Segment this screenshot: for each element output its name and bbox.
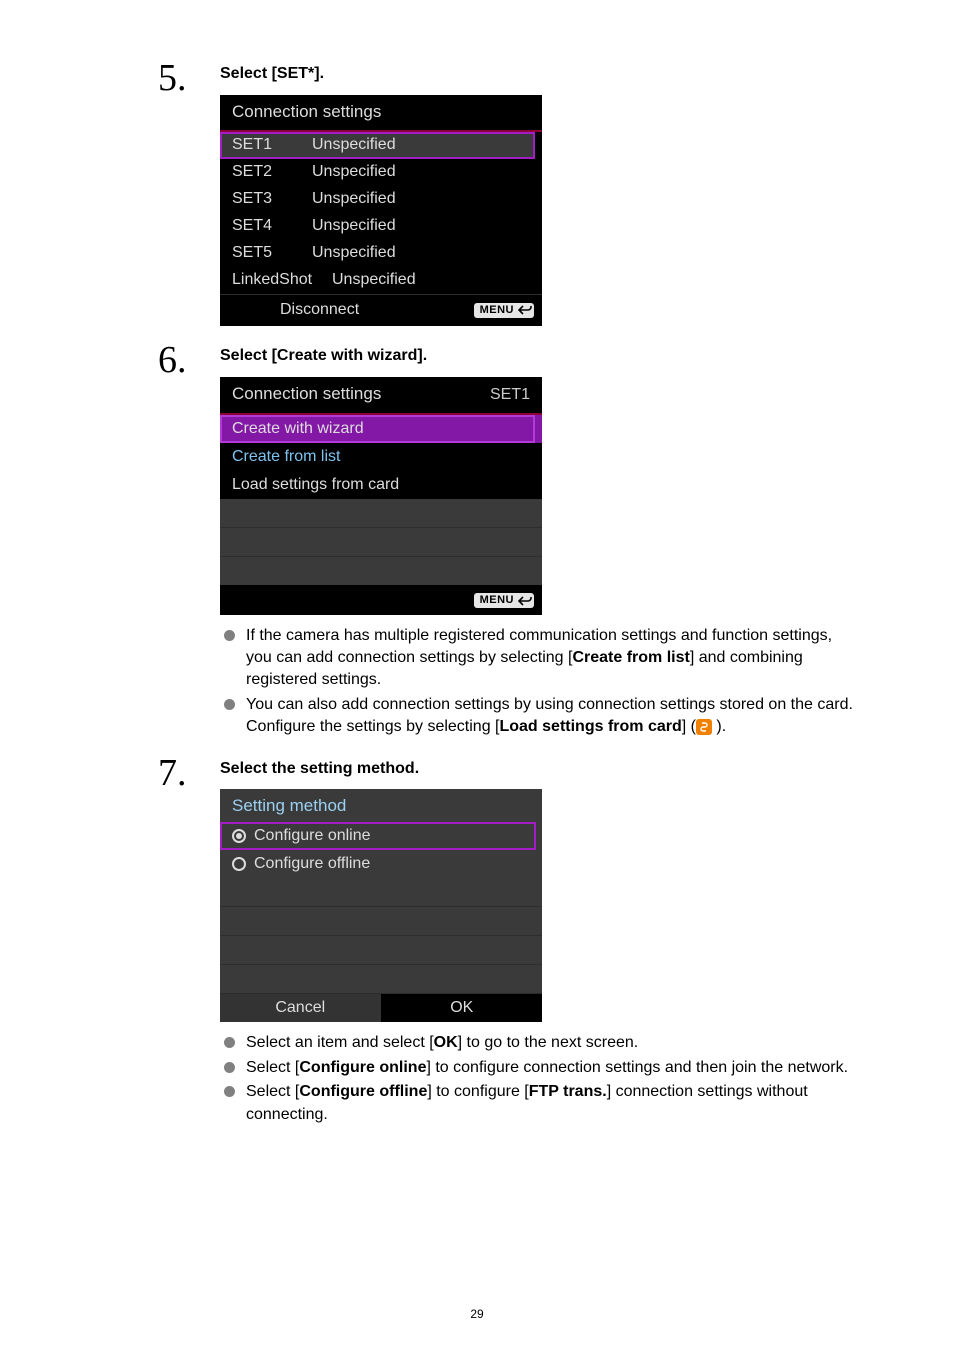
radio-selected-icon (232, 829, 246, 843)
ss6-item-load-card[interactable]: Load settings from card (220, 471, 542, 499)
cancel-button[interactable]: Cancel (220, 994, 382, 1022)
step-6-bullets: If the camera has multiple registered co… (220, 625, 854, 739)
radio-unselected-icon (232, 857, 246, 871)
ss7-option-online[interactable]: Configure online (220, 822, 542, 850)
ss5-row-set4[interactable]: SET4 Unspecified (220, 213, 542, 240)
link-ref-icon[interactable] (696, 719, 712, 735)
step-number-5: 5. (158, 56, 187, 100)
ss7-empty-rows (220, 878, 542, 993)
ss6-item-create-wizard[interactable]: Create with wizard (220, 415, 542, 443)
disconnect-button[interactable]: Disconnect (280, 302, 359, 318)
ss6-empty-rows (220, 499, 542, 585)
step-5-heading: Select [SET*]. (220, 64, 854, 85)
step-6: 6. Select [Create with wizard]. Connecti… (158, 346, 854, 739)
ss6-item-create-list[interactable]: Create from list (220, 443, 542, 471)
step-7-bullet-2: Select [Configure online] to configure c… (220, 1057, 854, 1079)
ss5-row-set1[interactable]: SET1 Unspecified (220, 132, 542, 159)
step-5-screenshot: Connection settings SET1 Unspecified SET… (220, 95, 542, 326)
return-icon (518, 305, 532, 315)
menu-back-badge[interactable]: MENU (474, 593, 534, 608)
step-7-bullets: Select an item and select [OK] to go to … (220, 1032, 854, 1126)
ss5-bottom: Disconnect MENU (220, 294, 542, 326)
menu-back-badge[interactable]: MENU (474, 303, 534, 318)
step-7-screenshot: Setting method Configure online Configur… (220, 789, 542, 1022)
ss5-row-set3[interactable]: SET3 Unspecified (220, 186, 542, 213)
step-number-7: 7. (158, 751, 187, 795)
step-7-bullet-3: Select [Configure offline] to configure … (220, 1081, 854, 1126)
step-7: 7. Select the setting method. Setting me… (158, 759, 854, 1126)
step-5: 5. Select [SET*]. Connection settings SE… (158, 64, 854, 326)
ss5-row-set5[interactable]: SET5 Unspecified (220, 240, 542, 267)
step-6-bullet-1: If the camera has multiple registered co… (220, 625, 854, 692)
step-7-heading: Select the setting method. (220, 759, 854, 780)
ss7-buttons: Cancel OK (220, 993, 542, 1022)
step-6-screenshot: Connection settings SET1 Create with wiz… (220, 377, 542, 615)
step-7-ss-title: Setting method (220, 789, 542, 822)
step-6-heading: Select [Create with wizard]. (220, 346, 854, 367)
ss6-bottom: MENU (220, 585, 542, 615)
step-6-ss-title: Connection settings SET1 (220, 377, 542, 413)
return-icon (518, 596, 532, 606)
step-7-bullet-1: Select an item and select [OK] to go to … (220, 1032, 854, 1054)
ok-button[interactable]: OK (382, 994, 543, 1022)
step-5-ss-title: Connection settings (220, 95, 542, 130)
step-6-bullet-2: You can also add connection settings by … (220, 694, 854, 739)
ss5-row-set2[interactable]: SET2 Unspecified (220, 159, 542, 186)
step-number-6: 6. (158, 338, 187, 382)
ss7-option-offline[interactable]: Configure offline (220, 850, 542, 878)
page-number: 29 (0, 1307, 954, 1321)
ss5-row-linkedshot[interactable]: LinkedShot Unspecified (220, 267, 542, 294)
